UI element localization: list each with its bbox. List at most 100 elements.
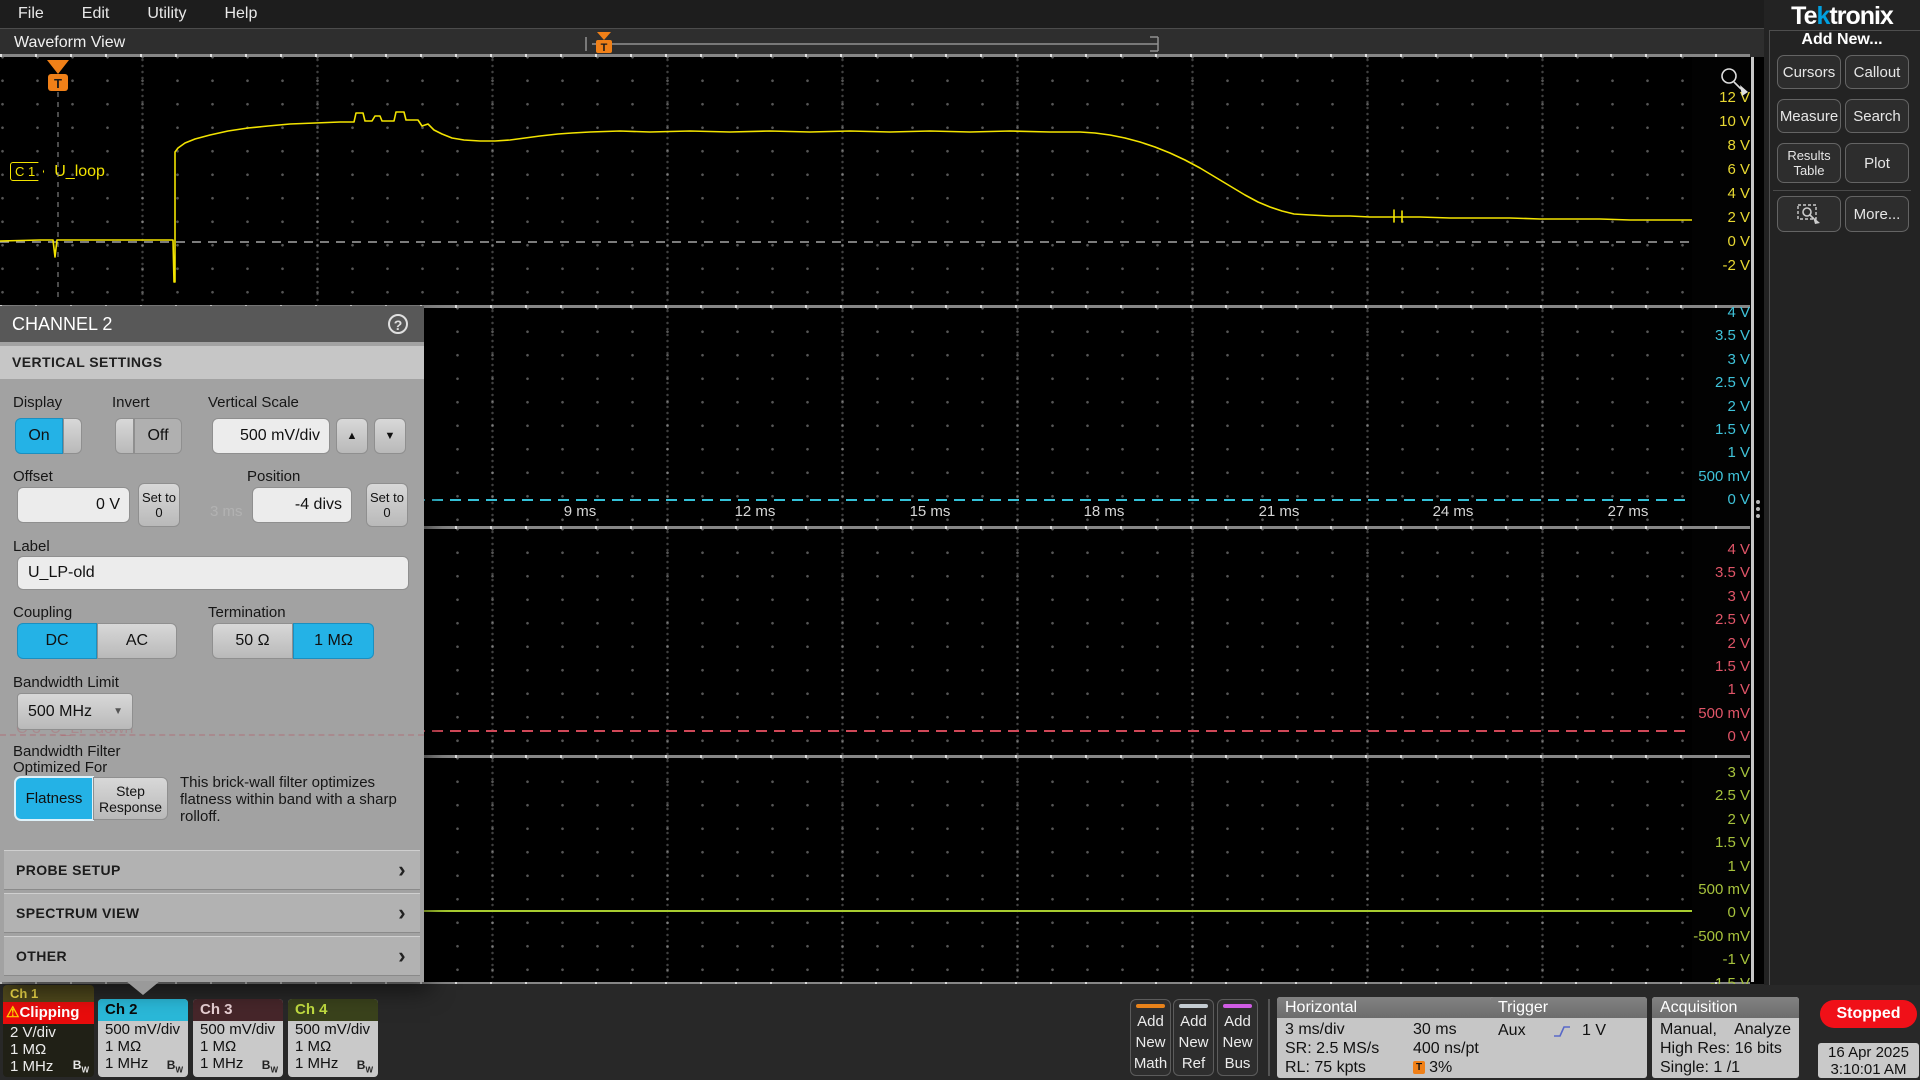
display-toggle-track[interactable] — [63, 418, 82, 454]
sample-interval: 400 ns/pt — [1413, 1039, 1479, 1058]
ch1-clipping-warning: ⚠Clipping — [3, 1002, 94, 1024]
time-value: 3:10:01 AM — [1818, 1061, 1919, 1078]
probe-setup-accordion[interactable]: PROBE SETUP › — [4, 850, 420, 890]
time-label: 9 ms — [545, 503, 615, 520]
add-new-bus-button[interactable]: Add New Bus — [1217, 999, 1258, 1076]
termination-50ohm-button[interactable]: 50 Ω — [212, 623, 293, 659]
time-label: 24 ms — [1418, 503, 1488, 520]
menu-edit[interactable]: Edit — [82, 5, 110, 23]
add-ref-line3: Ref — [1174, 1053, 1213, 1074]
measure-button[interactable]: Measure — [1777, 99, 1841, 133]
ch1-scale: 2 V/div — [3, 1024, 94, 1041]
chevron-right-icon: › — [398, 900, 406, 926]
scale-label: 3 V — [1686, 761, 1750, 784]
label-input[interactable]: U_LP-old — [17, 556, 409, 590]
time-label: 27 ms — [1593, 503, 1663, 520]
spectrum-view-accordion[interactable]: SPECTRUM VIEW › — [4, 893, 420, 933]
coupling-label: Coupling — [13, 604, 72, 621]
ch2-bw-limit-icon: BW — [167, 1058, 183, 1074]
ch3-termination: 1 MΩ — [193, 1038, 283, 1055]
scale-label: 3 V — [1686, 348, 1750, 371]
add-new-math-button[interactable]: Add New Math — [1130, 999, 1171, 1076]
acquisition-resolution: High Res: 16 bits — [1652, 1039, 1799, 1058]
dialog-title[interactable]: CHANNEL 2 — [0, 306, 424, 342]
add-bus-line3: Bus — [1218, 1053, 1257, 1074]
scale-label: 2 V — [1686, 206, 1750, 230]
scale-down-button[interactable]: ▼ — [374, 418, 406, 454]
scale-up-button[interactable]: ▲ — [336, 418, 368, 454]
chevron-down-icon: ▼ — [113, 706, 123, 717]
vertical-scale-input[interactable]: 500 mV/div — [212, 418, 330, 454]
acquisition-panel[interactable]: Acquisition Manual, Analyze High Res: 16… — [1652, 997, 1799, 1078]
help-icon[interactable]: ? — [388, 314, 408, 334]
ch1-badge[interactable]: Ch 1 ⚠Clipping 2 V/div 1 MΩ 1 MHz BW — [3, 985, 94, 1077]
rising-edge-icon — [1552, 1024, 1572, 1039]
filter-flatness-button[interactable]: Flatness — [15, 777, 93, 820]
tektronix-logo: Tektronix — [1764, 2, 1920, 31]
more-button[interactable]: More... — [1845, 196, 1909, 232]
ch1-termination: 1 MΩ — [3, 1041, 94, 1058]
add-new-ref-button[interactable]: Add New Ref — [1173, 999, 1214, 1076]
filter-step-response-button[interactable]: Step Response — [93, 777, 168, 820]
ch4-badge[interactable]: Ch 4 500 mV/div 1 MΩ 1 MHz BW — [288, 999, 378, 1077]
other-accordion[interactable]: OTHER › — [4, 936, 420, 976]
scale-label: -2 V — [1686, 254, 1750, 278]
plot-button[interactable]: Plot — [1845, 143, 1909, 183]
trigger-panel[interactable]: Trigger Aux 1 V — [1490, 997, 1647, 1078]
scale-label: 12 V — [1686, 86, 1750, 110]
waveform-view-title: Waveform View — [14, 34, 125, 51]
horizontal-scale: 3 ms/div — [1285, 1021, 1345, 1038]
zoom-select-button[interactable] — [1777, 196, 1841, 232]
search-button[interactable]: Search — [1845, 99, 1909, 133]
ch2-scale: 500 mV/div — [98, 1021, 188, 1038]
display-on-toggle[interactable]: On — [15, 418, 63, 454]
scale-label: 8 V — [1686, 134, 1750, 158]
scale-label: 2 V — [1686, 808, 1750, 831]
offset-input[interactable]: 0 V — [17, 487, 130, 523]
results-table-button[interactable]: Results Table — [1777, 143, 1841, 183]
coupling-ac-button[interactable]: AC — [97, 623, 177, 659]
ch1-waveform-tag[interactable]: C 1 U_loop — [10, 162, 105, 181]
bandwidth-limit-dropdown[interactable]: 500 MHz ▼ — [17, 693, 133, 730]
scale-labels-ch3: 4 V 3.5 V 3 V 2.5 V 2 V 1.5 V 1 V 500 mV… — [1686, 538, 1750, 749]
scale-label: 3.5 V — [1686, 324, 1750, 347]
ch4-bw-limit-icon: BW — [357, 1058, 373, 1074]
time-label: 12 ms — [720, 503, 790, 520]
offset-set-to-zero-button[interactable]: Set to 0 — [138, 483, 180, 527]
callout-button[interactable]: Callout — [1845, 55, 1909, 89]
termination-1mohm-button[interactable]: 1 MΩ — [293, 623, 374, 659]
position-set-to-zero-button[interactable]: Set to 0 — [366, 483, 408, 527]
coupling-dc-button[interactable]: DC — [17, 623, 97, 659]
menu-utility[interactable]: Utility — [147, 5, 186, 23]
position-input[interactable]: -4 divs — [252, 487, 352, 523]
scale-label: 500 mV — [1686, 702, 1750, 725]
invert-off-toggle[interactable]: Off — [134, 418, 182, 454]
stopped-status-button[interactable]: Stopped — [1820, 1000, 1917, 1028]
scale-labels-ch1: 12 V 10 V 8 V 6 V 4 V 2 V 0 V -2 V — [1686, 86, 1750, 278]
add-ref-line2: New — [1174, 1032, 1213, 1053]
dialog-pointer — [126, 981, 160, 995]
trigger-level: 1 V — [1582, 1021, 1606, 1040]
bandwidth-filter-label-2: Optimized For — [13, 759, 107, 776]
invert-toggle-track[interactable] — [115, 418, 134, 454]
add-math-line1: Add — [1131, 1011, 1170, 1032]
scale-scrollbar[interactable] — [1751, 57, 1754, 982]
ch2-badge[interactable]: Ch 2 500 mV/div 1 MΩ 1 MHz BW — [98, 999, 188, 1077]
scale-label: 1.5 V — [1686, 418, 1750, 441]
ch3-badge[interactable]: Ch 3 500 mV/div 1 MΩ 1 MHz BW — [193, 999, 283, 1077]
cursors-button[interactable]: Cursors — [1777, 55, 1841, 89]
ch1-bw-limit-icon: BW — [73, 1058, 89, 1074]
scale-label: 1.5 V — [1686, 831, 1750, 854]
position-label: Position — [247, 468, 300, 485]
invert-label: Invert — [112, 394, 150, 411]
ghost-time-label: 3 ms — [210, 503, 243, 520]
ch2-termination: 1 MΩ — [98, 1038, 188, 1055]
bandwidth-limit-label: Bandwidth Limit — [13, 674, 119, 691]
ch3-scale: 500 mV/div — [193, 1021, 283, 1038]
graticule-ch1[interactable] — [0, 57, 1692, 305]
scale-labels-ch4: 3 V 2.5 V 2 V 1.5 V 1 V 500 mV 0 V -500 … — [1686, 761, 1750, 995]
menu-help[interactable]: Help — [224, 5, 257, 23]
menu-file[interactable]: File — [18, 5, 44, 23]
scale-label: 2.5 V — [1686, 371, 1750, 394]
ch4-termination: 1 MΩ — [288, 1038, 378, 1055]
